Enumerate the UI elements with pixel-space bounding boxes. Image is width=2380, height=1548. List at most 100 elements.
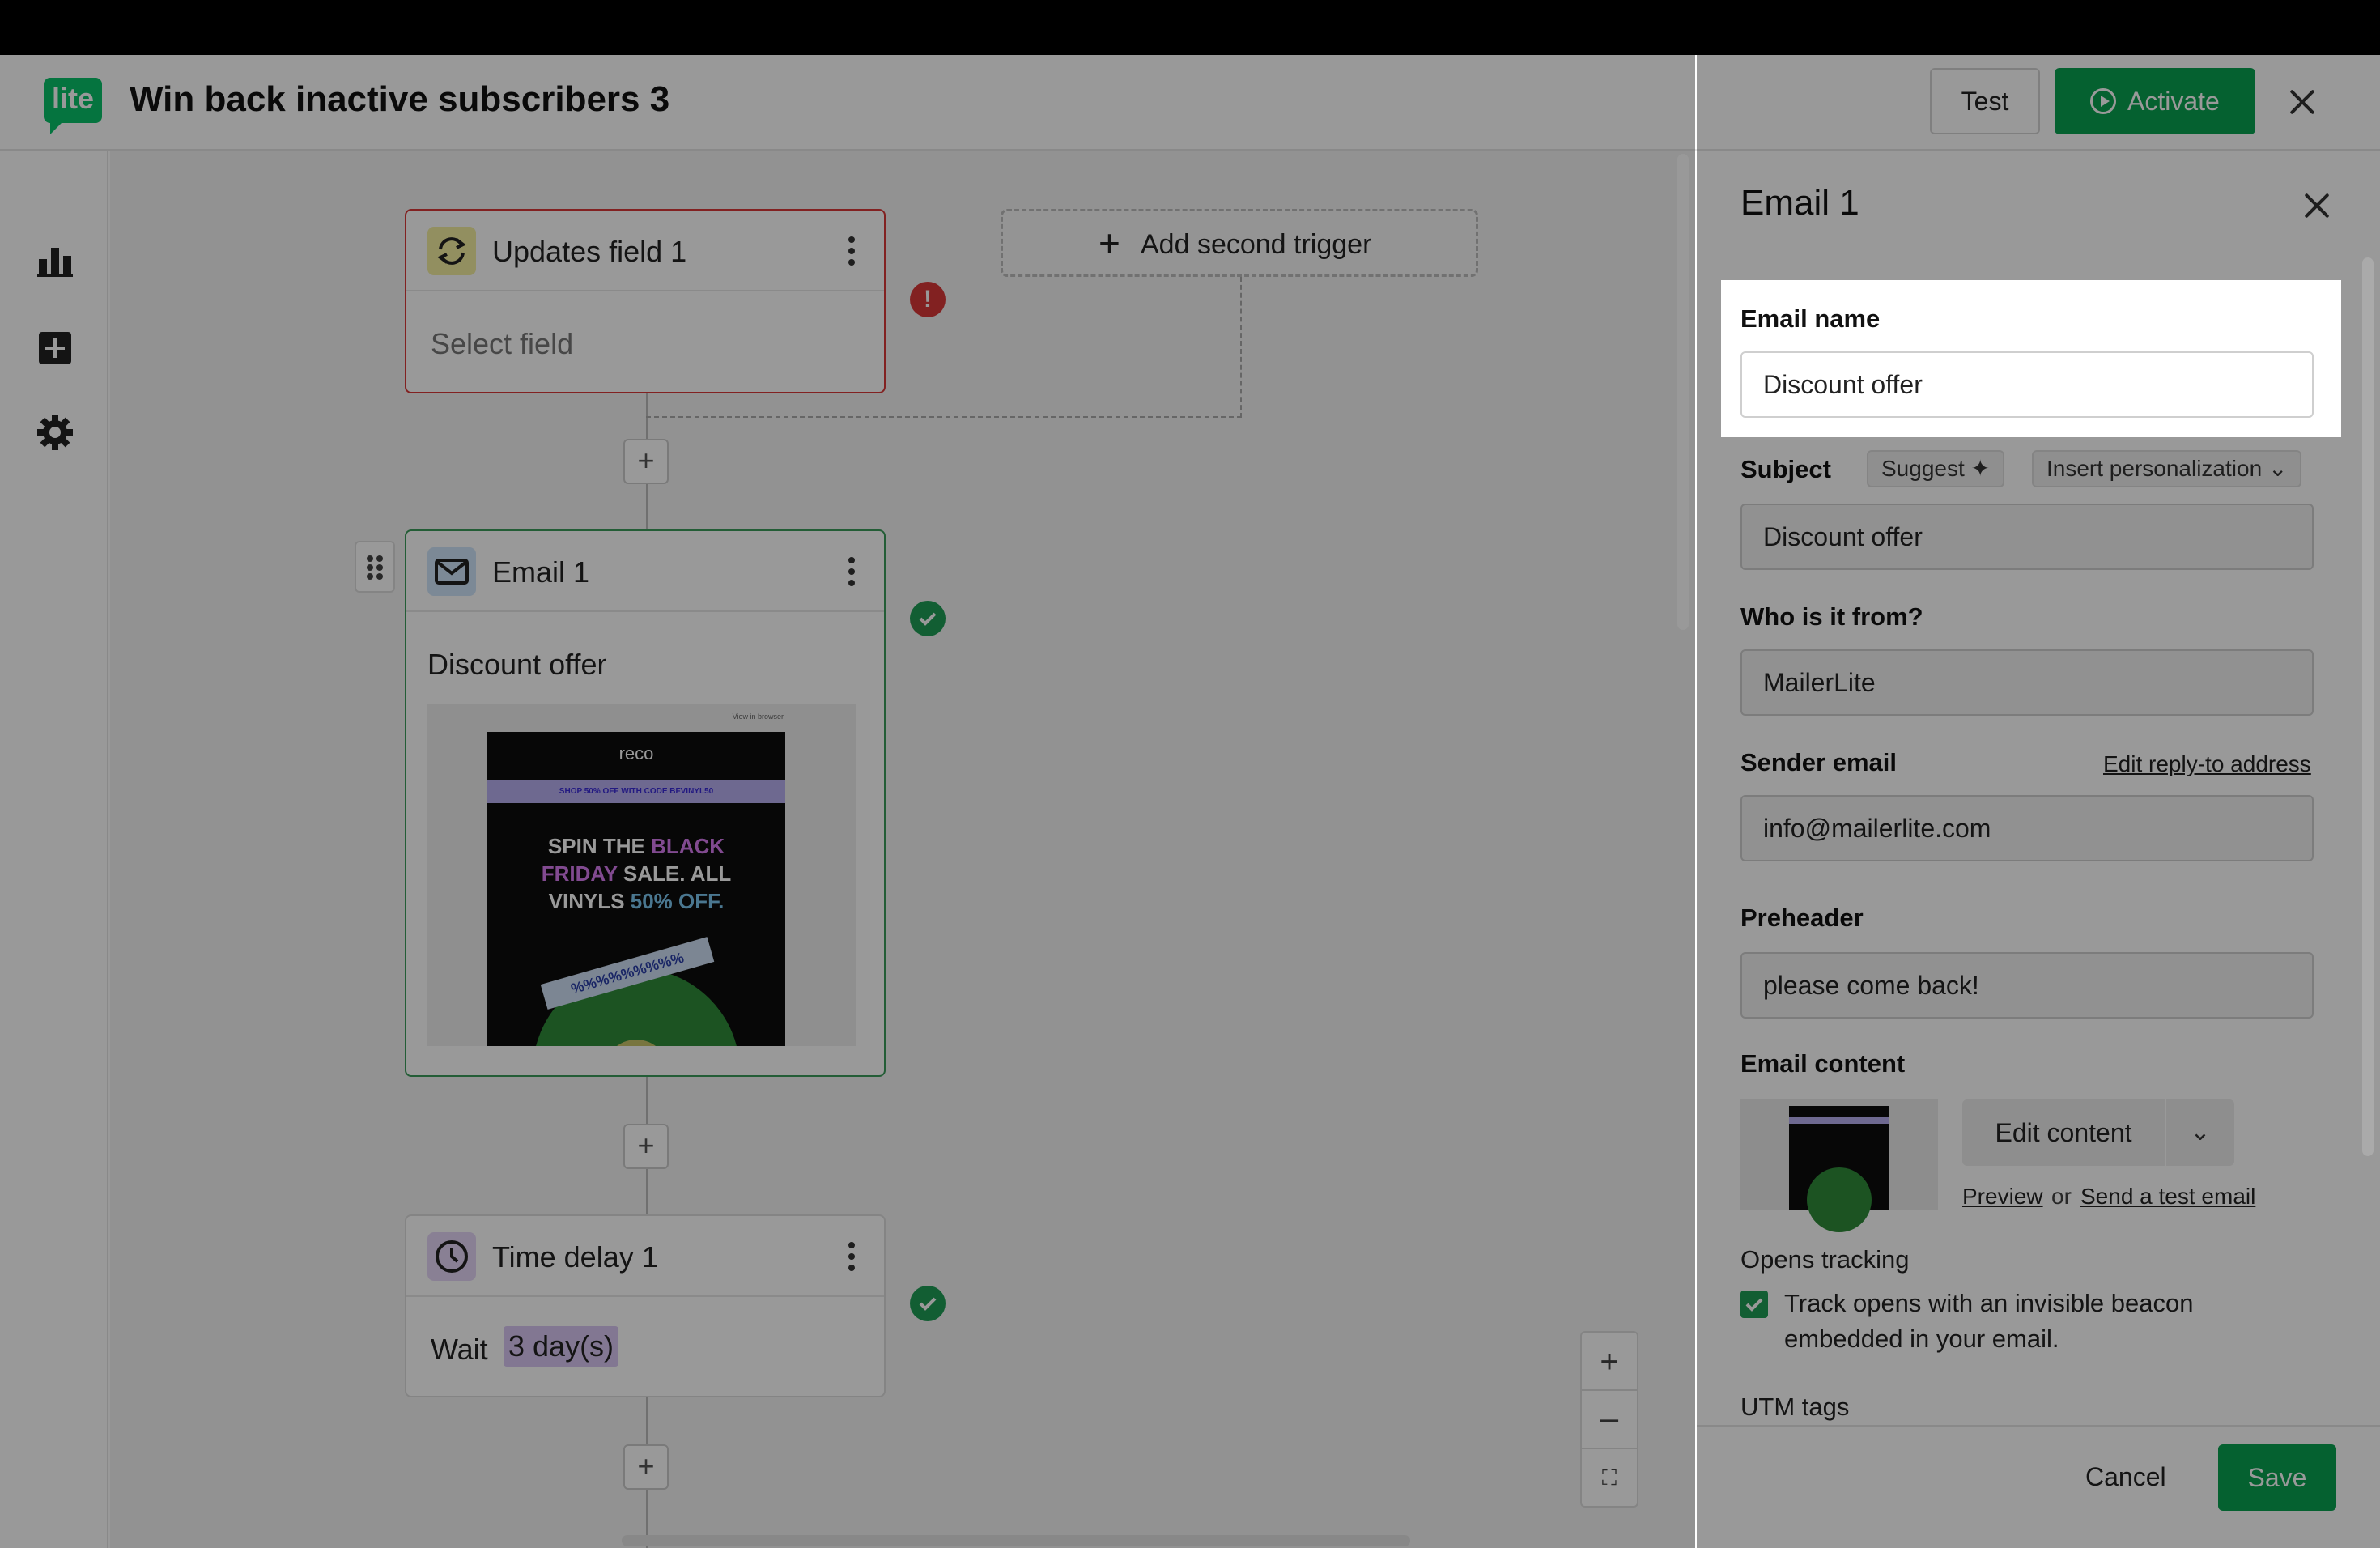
add-step-button[interactable]: + [623,1444,669,1490]
headline-black: BLACK [651,834,725,858]
chevron-down-icon: ⌄ [2190,1119,2211,1146]
preview-top-link: View in browser [732,712,784,721]
suggest-button[interactable]: Suggest ✦ [1867,450,2004,487]
track-opens-text: Track opens with an invisible beacon emb… [1784,1289,2194,1353]
close-icon[interactable] [2286,86,2318,118]
play-circle-icon [2090,88,2116,114]
from-label: Who is it from? [1740,602,1923,631]
wait-value[interactable]: 3 day(s) [504,1326,619,1367]
header: lite Win back inactive subscribers 3 Tes… [0,55,2380,151]
thumbnail-disc [1807,1167,1872,1232]
insert-personalization-label: Insert personalization [2046,456,2263,481]
from-name-input[interactable]: MailerLite [1740,649,2314,716]
headline-part: SPIN THE [547,834,652,858]
cancel-button[interactable]: Cancel [2085,1462,2166,1492]
insert-personalization-button[interactable]: Insert personalization ⌄ [2032,450,2302,487]
email-settings-panel: Email 1 Email name Discount offer Subjec… [1697,151,2380,1548]
utm-tags-label: UTM tags [1740,1393,1850,1421]
panel-footer: Cancel Save [1697,1425,2380,1548]
chevron-down-icon: ⌄ [2267,456,2288,481]
email-content-thumbnail[interactable] [1740,1099,1938,1232]
sender-email-input[interactable]: info@mailerlite.com [1740,795,2314,861]
more-menu-icon[interactable] [848,557,855,586]
time-delay-node[interactable]: Time delay 1 Wait 3 day(s) [405,1214,886,1397]
email-preview-thumbnail[interactable]: View in browser reco SHOP 50% OFF WITH C… [427,704,856,1046]
add-trigger-label: Add second trigger [1141,229,1372,260]
or-text: or [2051,1184,2072,1209]
panel-vertical-scrollbar[interactable] [2362,257,2374,1156]
vinyl-label [604,1040,669,1046]
email-preview: reco SHOP 50% OFF WITH CODE BFVINYL50 SP… [487,732,785,1046]
zoom-in-button[interactable]: + [1582,1333,1637,1391]
suggest-label: Suggest [1881,456,1965,481]
mailerlite-logo: lite [44,78,102,134]
zoom-controls: + – ⛶ [1580,1331,1638,1508]
save-button[interactable]: Save [2218,1444,2336,1511]
panel-title: Email 1 [1740,183,1859,223]
delay-title: Time delay 1 [492,1240,658,1274]
refresh-icon [427,227,476,275]
headline-friday: FRIDAY [541,861,618,886]
top-black-bar [0,0,2380,55]
clock-icon [427,1232,476,1281]
activate-label: Activate [2127,87,2220,116]
trigger-body[interactable]: Select field [431,327,573,361]
edit-reply-to-link[interactable]: Edit reply-to address [2103,751,2311,777]
preview-link[interactable]: Preview [1962,1184,2043,1210]
preheader-label: Preheader [1740,904,1864,932]
add-second-trigger-button[interactable]: + Add second trigger [1001,209,1478,277]
edit-content-dropdown[interactable]: ⌄ [2166,1099,2234,1166]
test-button[interactable]: Test [1930,68,2040,134]
email-name-label: Email name [1740,304,1881,333]
more-menu-icon[interactable] [848,236,855,266]
thumbnail-bar [1789,1117,1889,1124]
zoom-out-button[interactable]: – [1582,1391,1637,1449]
plus-icon: + [1099,222,1120,264]
sparkle-icon: ✦ [1970,456,1990,481]
node-header: Updates field 1 [406,211,884,291]
node-header: Time delay 1 [406,1216,884,1297]
canvas-vertical-scrollbar[interactable] [1677,154,1689,630]
email-node[interactable]: Email 1 Discount offer View in browser r… [405,529,886,1077]
thumbnail-preview [1789,1106,1889,1232]
automation-title[interactable]: Win back inactive subscribers 3 [130,79,669,120]
add-step-button[interactable]: + [623,439,669,484]
headline-part: VINYLS [548,889,631,913]
subject-label: Subject [1740,455,1831,483]
error-icon: ! [910,282,946,317]
trigger-node[interactable]: Updates field 1 Select field [405,209,886,393]
preheader-input[interactable]: please come back! [1740,952,2314,1019]
add-square-icon[interactable] [36,329,74,368]
check-circle-icon [910,1286,946,1321]
wait-label: Wait [431,1333,488,1366]
canvas-horizontal-scrollbar[interactable] [622,1535,1410,1546]
workflow-canvas[interactable]: Updates field 1 Select field ! + Add sec… [110,151,1695,1548]
more-menu-icon[interactable] [848,1242,855,1271]
headline-50: 50% OFF. [630,889,725,913]
email-subject: Discount offer [427,648,607,681]
activate-button[interactable]: Activate [2055,68,2255,134]
drag-handle[interactable] [355,541,395,593]
send-test-email-link[interactable]: Send a test email [2080,1184,2255,1210]
preview-promo-bar: SHOP 50% OFF WITH CODE BFVINYL50 [487,780,785,803]
fit-screen-icon[interactable]: ⛶ [1582,1449,1637,1506]
envelope-icon [427,547,476,596]
edit-content-label: Edit content [1995,1118,2132,1147]
email-name-input[interactable]: Discount offer [1740,351,2314,418]
headline-part: SALE. ALL [617,861,732,886]
app-window: lite Win back inactive subscribers 3 Tes… [0,55,2380,1548]
close-panel-icon[interactable] [2301,189,2330,219]
email-title: Email 1 [492,555,590,589]
subject-input[interactable]: Discount offer [1740,504,2314,570]
email-content-label: Email content [1740,1049,1906,1078]
preview-headline: SPIN THE BLACK FRIDAY SALE. ALL VINYLS 5… [487,832,785,915]
check-circle-icon [910,601,946,636]
chart-icon[interactable] [36,241,74,280]
opens-tracking-label: Opens tracking [1740,1245,1910,1274]
preview-brand: reco [618,743,654,763]
node-header: Email 1 [406,531,884,612]
gear-icon[interactable] [36,413,74,452]
track-opens-checkbox[interactable] [1740,1291,1768,1318]
edit-content-button[interactable]: Edit content [1962,1099,2165,1166]
add-step-button[interactable]: + [623,1124,669,1169]
